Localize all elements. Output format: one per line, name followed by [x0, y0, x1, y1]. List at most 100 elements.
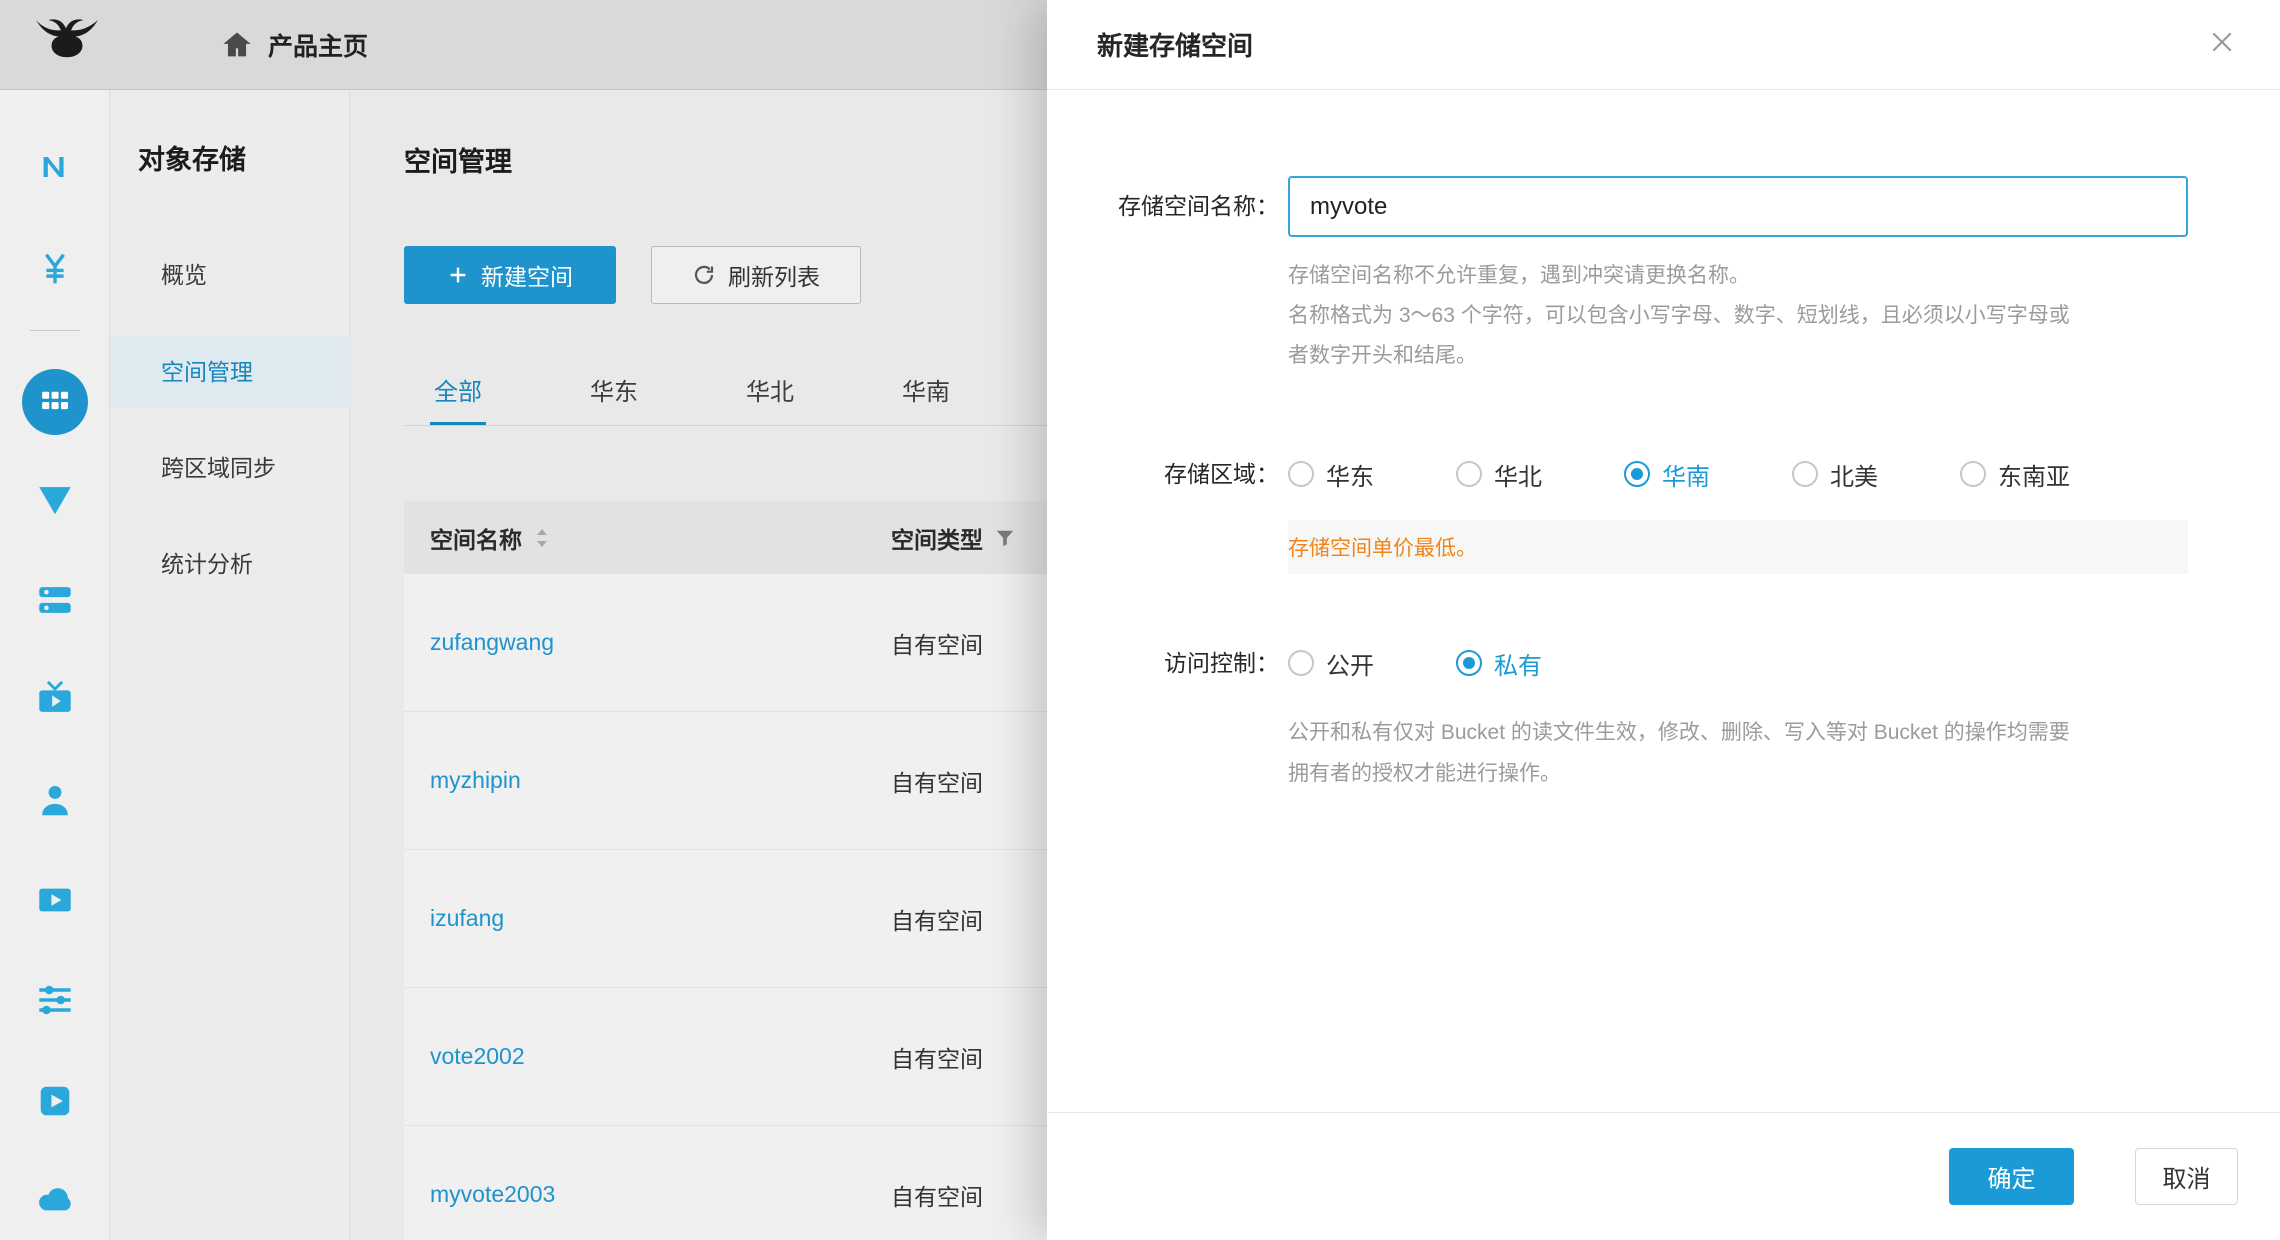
- create-bucket-drawer: 新建存储空间 存储空间名称： 存储空间名称不允许重复，遇到冲突请更换名称。 名称…: [1047, 0, 2280, 1240]
- cdn-icon: [35, 480, 75, 520]
- rail-item-cdn[interactable]: [0, 465, 110, 535]
- rail-item-video[interactable]: [0, 865, 110, 935]
- refresh-list-button[interactable]: 刷新列表: [651, 246, 861, 304]
- page-title: 空间管理: [404, 140, 512, 179]
- rail-item-player[interactable]: [0, 1066, 110, 1136]
- nav-logo-icon: [35, 147, 75, 187]
- radio-label: 公开: [1326, 646, 1374, 681]
- column-space-name-label: 空间名称: [430, 521, 522, 555]
- radio-label: 华北: [1494, 457, 1542, 492]
- finance-icon: [35, 249, 75, 289]
- home-label: 产品主页: [268, 27, 368, 63]
- help-line: 拥有者的授权才能进行操作。: [1288, 753, 2218, 794]
- selected-circle: [22, 369, 88, 435]
- sidebar-item-statistics[interactable]: 统计分析: [110, 528, 350, 600]
- help-line: 公开和私有仅对 Bucket 的读文件生效，修改、删除、写入等对 Bucket …: [1288, 712, 2218, 753]
- rail-item-storage[interactable]: [0, 367, 110, 437]
- region-option-huanan[interactable]: 华南: [1624, 457, 1710, 492]
- region-option-huadong[interactable]: 华东: [1288, 457, 1374, 492]
- rail-item-pipeline[interactable]: [0, 965, 110, 1035]
- bucket-name-help: 存储空间名称不允许重复，遇到冲突请更换名称。 名称格式为 3～63 个字符，可以…: [1288, 256, 2218, 376]
- radio-checked-icon: [1456, 650, 1482, 676]
- compute-icon: [35, 580, 75, 620]
- sidebar: 对象存储 概览 空间管理 跨区域同步 统计分析: [110, 90, 350, 1240]
- rail-item-compute[interactable]: [0, 565, 110, 635]
- radio-label: 华南: [1662, 457, 1710, 492]
- video-icon: [35, 880, 75, 920]
- rail-item-nav-logo[interactable]: [0, 132, 110, 202]
- radio-label: 华东: [1326, 457, 1374, 492]
- radio-label: 私有: [1494, 646, 1542, 681]
- cancel-button[interactable]: 取消: [2135, 1148, 2238, 1205]
- pipeline-icon: [35, 980, 75, 1020]
- rail-item-finance[interactable]: [0, 234, 110, 304]
- sort-icon[interactable]: [534, 526, 550, 550]
- qiniu-logo-icon[interactable]: [34, 18, 100, 72]
- access-radio-group: 公开 私有: [1288, 639, 1542, 687]
- tab-huanan[interactable]: 华南: [898, 372, 954, 425]
- help-line: 名称格式为 3～63 个字符，可以包含小写字母、数字、短划线，且必须以小写字母或: [1288, 296, 2218, 336]
- filter-icon[interactable]: [995, 528, 1015, 548]
- access-option-private[interactable]: 私有: [1456, 646, 1542, 681]
- icon-rail: [0, 90, 110, 1240]
- space-name-link[interactable]: izufang: [430, 905, 891, 932]
- access-control-label: 访问控制：: [1047, 639, 1279, 687]
- help-line: 存储空间名称不允许重复，遇到冲突请更换名称。: [1288, 256, 2218, 296]
- sidebar-item-cross-region-sync[interactable]: 跨区域同步: [110, 432, 350, 504]
- sidebar-item-space-management[interactable]: 空间管理: [110, 336, 350, 408]
- drawer-header: 新建存储空间: [1047, 0, 2280, 90]
- radio-icon: [1792, 461, 1818, 487]
- page: 产品主页: [0, 0, 2280, 1240]
- rail-item-dora[interactable]: [0, 766, 110, 836]
- tab-huabei[interactable]: 华北: [742, 372, 798, 425]
- bucket-name-input[interactable]: [1288, 176, 2188, 237]
- radio-icon: [1288, 461, 1314, 487]
- refresh-list-label: 刷新列表: [728, 258, 820, 292]
- storage-icon: [37, 384, 73, 420]
- column-space-name: 空间名称: [430, 521, 891, 555]
- drawer-title: 新建存储空间: [1097, 26, 1253, 63]
- storage-region-label: 存储区域：: [1047, 450, 1279, 498]
- space-name-link[interactable]: zufangwang: [430, 629, 891, 656]
- home-link[interactable]: 产品主页: [220, 27, 368, 63]
- column-space-type-label: 空间类型: [891, 521, 983, 555]
- close-icon: [2209, 29, 2235, 55]
- space-name-link[interactable]: vote2002: [430, 1043, 891, 1070]
- radio-label: 北美: [1830, 457, 1878, 492]
- rail-item-media[interactable]: [0, 664, 110, 734]
- region-option-beimei[interactable]: 北美: [1792, 457, 1878, 492]
- region-note-strip: 存储空间单价最低。: [1288, 520, 2188, 574]
- radio-icon: [1960, 461, 1986, 487]
- space-name-link[interactable]: myvote2003: [430, 1181, 891, 1208]
- radio-icon: [1456, 461, 1482, 487]
- radio-checked-icon: [1624, 461, 1650, 487]
- access-help: 公开和私有仅对 Bucket 的读文件生效，修改、删除、写入等对 Bucket …: [1288, 712, 2218, 794]
- rail-item-cloud[interactable]: [0, 1164, 110, 1234]
- radio-icon: [1288, 650, 1314, 676]
- refresh-icon: [692, 263, 716, 287]
- confirm-button[interactable]: 确定: [1949, 1148, 2074, 1205]
- tab-all[interactable]: 全部: [430, 372, 486, 425]
- new-space-label: 新建空间: [481, 258, 573, 292]
- close-button[interactable]: [2202, 22, 2242, 62]
- cloud-icon: [35, 1179, 75, 1219]
- region-option-dongnanya[interactable]: 东南亚: [1960, 457, 2070, 492]
- space-name-link[interactable]: myzhipin: [430, 767, 891, 794]
- player-icon: [35, 1081, 75, 1121]
- dora-icon: [35, 781, 75, 821]
- sidebar-title: 对象存储: [138, 138, 246, 177]
- access-option-public[interactable]: 公开: [1288, 646, 1374, 681]
- bucket-name-label: 存储空间名称：: [1047, 176, 1279, 237]
- sidebar-item-overview[interactable]: 概览: [110, 239, 350, 311]
- help-line: 者数字开头和结尾。: [1288, 336, 2218, 376]
- drawer-footer: 确定 取消: [1047, 1112, 2280, 1240]
- media-icon: [35, 679, 75, 719]
- region-option-huabei[interactable]: 华北: [1456, 457, 1542, 492]
- rail-divider: [30, 330, 80, 331]
- new-space-button[interactable]: 新建空间: [404, 246, 616, 304]
- region-note: 存储空间单价最低。: [1288, 532, 1477, 562]
- region-radio-group: 华东 华北 华南 北美 东南亚: [1288, 450, 2070, 498]
- tab-huadong[interactable]: 华东: [586, 372, 642, 425]
- home-icon: [220, 28, 254, 62]
- plus-icon: [447, 264, 469, 286]
